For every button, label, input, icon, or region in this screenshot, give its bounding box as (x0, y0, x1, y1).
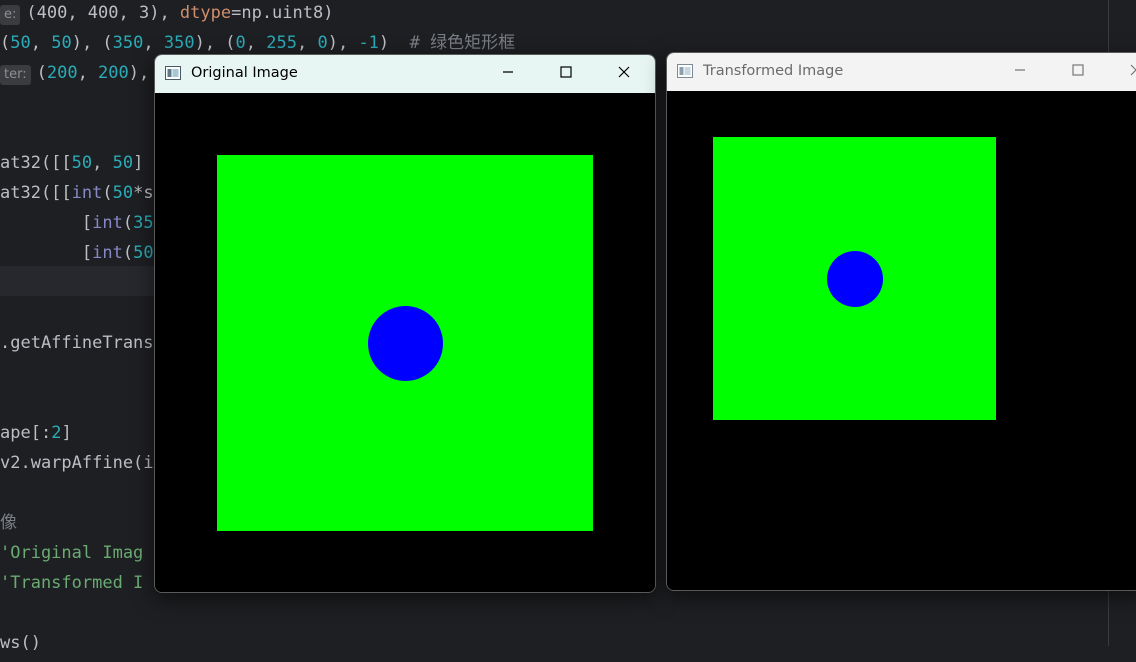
code-token: dtype (179, 3, 232, 23)
code-token: 像 (0, 513, 17, 533)
maximize-icon (1072, 64, 1084, 80)
code-token: [ (0, 243, 93, 263)
close-button[interactable] (595, 55, 653, 93)
inlay-hint: ter: (0, 65, 31, 85)
code-token: 200 (46, 63, 78, 83)
code-token: ape[: (0, 423, 52, 443)
code-line: at32([[int(50*s (0, 182, 154, 212)
code-token: ), ( (194, 33, 236, 53)
code-token: ), ( (71, 33, 113, 53)
original-image-canvas (155, 93, 655, 592)
inlay-hint: e: (0, 5, 21, 25)
code-token: *s (133, 183, 154, 203)
code-token: ( (36, 63, 47, 83)
code-token: ( (102, 183, 113, 203)
maximize-button[interactable] (1049, 53, 1107, 91)
code-token: 350 (163, 33, 195, 53)
minimize-button[interactable] (479, 55, 537, 93)
code-token: int (71, 183, 103, 203)
maximize-icon (560, 66, 572, 82)
code-token: ), (327, 33, 359, 53)
close-button[interactable] (1107, 53, 1136, 91)
code-line: 'Original Imag (0, 542, 143, 572)
opencv-window-icon (677, 64, 693, 78)
code-token: # 绿色矩形框 (409, 33, 516, 53)
code-token: ] (61, 423, 72, 443)
code-token: -1 (358, 33, 379, 53)
code-token: int (92, 243, 123, 263)
code-token: ) (378, 33, 410, 53)
code-token: , (143, 33, 164, 53)
window-title: Transformed Image (703, 63, 844, 79)
code-token: ( (122, 243, 134, 263)
code-line: [int(50*s (0, 242, 174, 272)
code-line: 'Transformed I (0, 572, 143, 602)
window-title: Original Image (191, 65, 298, 81)
code-line: ter: (200, 200), (0, 62, 149, 92)
code-line: e: (400, 400, 3), dtype=np.uint8) (0, 2, 333, 32)
code-token: v2.warpAffine(i (0, 453, 154, 473)
code-token: , (296, 33, 318, 53)
code-line: at32([[50, 50] (0, 152, 143, 182)
code-token: , (92, 153, 113, 173)
code-token: ] (133, 153, 144, 173)
original-window-titlebar[interactable]: Original Image (155, 55, 655, 93)
code-token: , (245, 33, 267, 53)
original-image-window[interactable]: Original Image (154, 54, 656, 593)
blue-circle (827, 251, 883, 307)
code-line: .getAffineTrans (0, 332, 154, 362)
code-token: int (92, 213, 123, 233)
code-token: 50 (10, 33, 31, 53)
code-token: 0 (235, 33, 246, 53)
minimize-icon (1014, 64, 1026, 80)
code-line: 像 (0, 512, 17, 542)
code-token: [ (0, 213, 93, 233)
code-token: 50 (71, 153, 93, 173)
blue-circle (368, 306, 443, 381)
code-token: at32([[ (0, 183, 72, 203)
code-line: ape[:2] (0, 422, 72, 452)
opencv-window-icon (165, 66, 181, 80)
code-token: 50 (112, 153, 134, 173)
code-token: , (30, 33, 52, 53)
code-token: ( (0, 33, 11, 53)
code-token: 'Transformed I (0, 573, 144, 593)
code-token: , (77, 63, 99, 83)
code-token: 2 (51, 423, 62, 443)
code-token: 350 (112, 33, 144, 53)
transformed-image-canvas (667, 91, 1136, 590)
maximize-button[interactable] (537, 55, 595, 93)
code-token: .getAffineTrans (0, 333, 154, 353)
code-token: at32([[ (0, 153, 72, 173)
transformed-image-window[interactable]: Transformed Image (666, 52, 1136, 591)
code-token: ws() (0, 633, 41, 653)
code-token: ( (122, 213, 134, 233)
code-token: 200 (98, 63, 129, 83)
code-token: 50 (51, 33, 72, 53)
code-token: 0 (317, 33, 328, 53)
code-token: =np.uint8) (231, 3, 334, 23)
code-token: 'Original Imag (0, 543, 144, 563)
transformed-window-titlebar[interactable]: Transformed Image (667, 53, 1136, 91)
code-token: ), (128, 63, 150, 83)
close-icon (1130, 64, 1136, 80)
code-token: 50 (112, 183, 134, 203)
code-token: 50 (133, 243, 154, 263)
code-line: ws() (0, 632, 41, 662)
code-line: [int(350* (0, 212, 174, 242)
code-line: v2.warpAffine(i (0, 452, 154, 482)
minimize-button[interactable] (991, 53, 1049, 91)
minimize-icon (502, 66, 514, 82)
code-token: (400, 400, 3), (26, 3, 180, 23)
code-token: 255 (266, 33, 297, 53)
close-icon (618, 66, 630, 82)
